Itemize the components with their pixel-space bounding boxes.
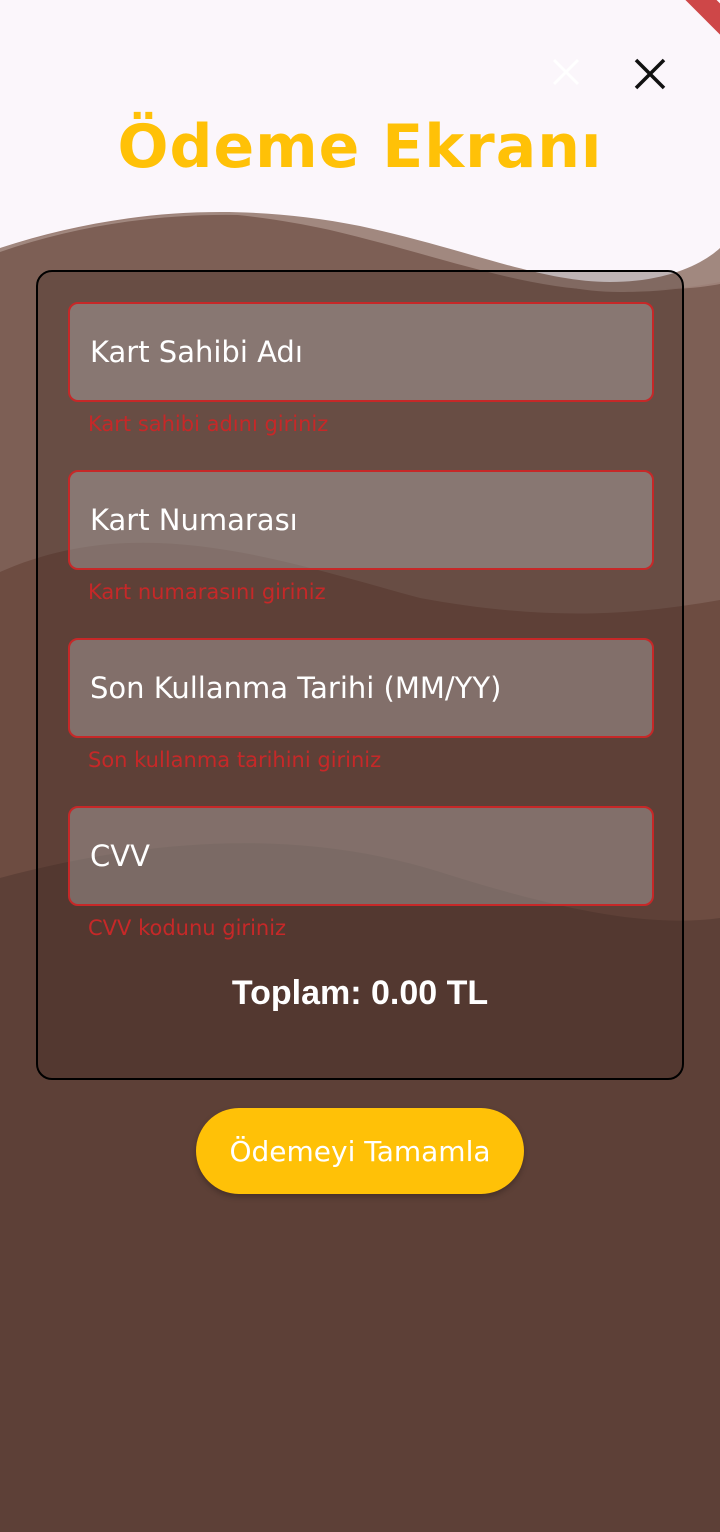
complete-payment-button[interactable]: Ödemeyi Tamamla bbox=[196, 1108, 524, 1194]
cvv-field[interactable] bbox=[68, 806, 654, 906]
card-holder-field[interactable] bbox=[68, 302, 654, 402]
close-icon bbox=[634, 58, 666, 90]
card-number-input[interactable] bbox=[70, 472, 652, 568]
expiry-date-error: Son kullanma tarihini giriniz bbox=[88, 748, 382, 772]
cvv-error: CVV kodunu giriniz bbox=[88, 916, 287, 940]
expiry-date-field[interactable] bbox=[68, 638, 654, 738]
card-holder-input[interactable] bbox=[70, 304, 652, 400]
card-number-error: Kart numarasını giriniz bbox=[88, 580, 326, 604]
payment-form: Kart sahibi adını giriniz Kart numarasın… bbox=[36, 270, 684, 1080]
cvv-input[interactable] bbox=[70, 808, 652, 904]
page-title: Ödeme Ekranı bbox=[117, 112, 603, 182]
expiry-date-input[interactable] bbox=[70, 640, 652, 736]
card-number-field[interactable] bbox=[68, 470, 654, 570]
close-button[interactable] bbox=[628, 52, 672, 96]
faded-close-icon bbox=[548, 54, 584, 90]
card-holder-error: Kart sahibi adını giriniz bbox=[88, 412, 329, 436]
total-amount: Toplam: 0.00 TL bbox=[231, 974, 489, 1012]
